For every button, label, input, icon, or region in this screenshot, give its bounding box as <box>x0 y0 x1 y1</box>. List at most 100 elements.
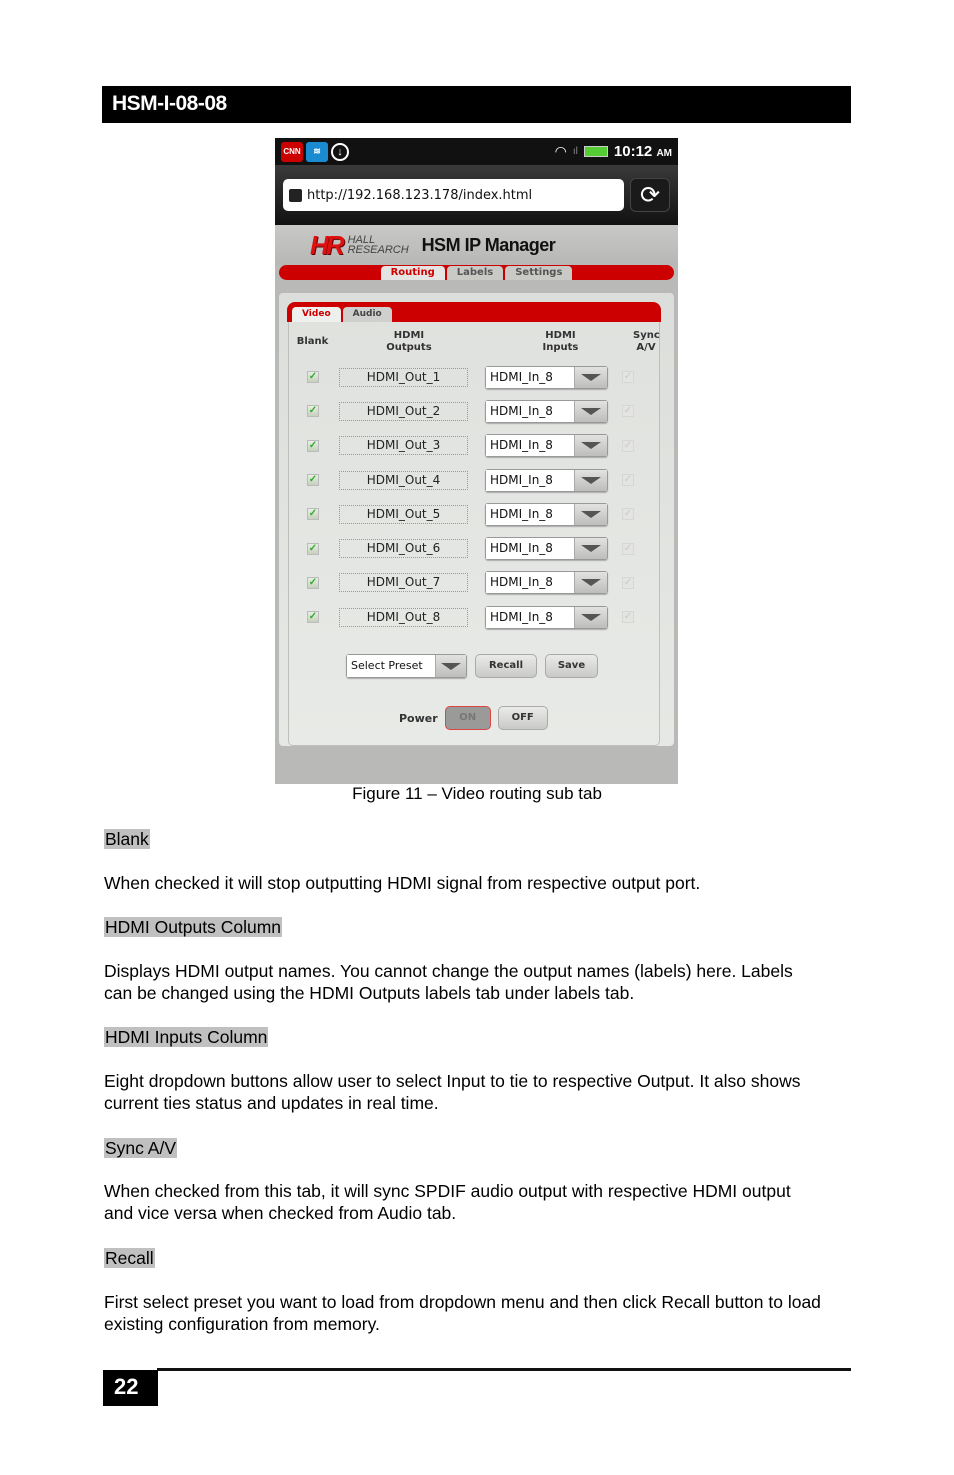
input-select-value: HDMI_In_8 <box>486 606 574 628</box>
input-dropdown-arrow[interactable] <box>574 435 607 457</box>
cnn-icon: CNN <box>281 141 303 162</box>
input-dropdown-arrow[interactable] <box>574 400 607 422</box>
blank-checkbox[interactable]: ✓ <box>307 542 319 555</box>
recall-button[interactable]: Recall <box>475 654 537 679</box>
input-select-value: HDMI_In_8 <box>486 435 574 457</box>
sync-av-checkbox[interactable]: ✓ <box>622 474 634 487</box>
output-name: HDMI_Out_2 <box>339 401 468 421</box>
col-inputs-l1: HDMI <box>545 330 576 341</box>
input-dropdown-arrow[interactable] <box>574 572 607 594</box>
save-button[interactable]: Save <box>545 654 598 679</box>
section-body: When checked from this tab, it will sync… <box>104 1181 791 1223</box>
input-dropdown-arrow[interactable] <box>574 538 607 560</box>
input-select-value: HDMI_In_8 <box>486 366 574 388</box>
sync-av-checkbox[interactable]: ✓ <box>622 542 634 555</box>
brand-line2: RESEARCH <box>347 244 409 256</box>
status-bar: CNN ≋ ↓ ◠ ıl 10:12 AM <box>275 138 678 165</box>
input-select[interactable]: HDMI_In_8 <box>485 537 608 561</box>
col-inputs: HDMI Inputs <box>492 330 629 354</box>
input-dropdown-arrow[interactable] <box>574 469 607 491</box>
app-brand: HR HALL RESEARCH HSM IP Manager <box>275 225 678 265</box>
sub-tabs: Video Audio <box>287 302 661 322</box>
table-row: ✓ HDMI_Out_4 HDMI_In_8 ✓ <box>289 463 659 497</box>
table-row: ✓ HDMI_Out_3 HDMI_In_8 ✓ <box>289 429 659 463</box>
blank-checkbox[interactable]: ✓ <box>307 611 319 624</box>
output-name: HDMI_Out_1 <box>339 367 468 387</box>
hall-research-logo: HR <box>310 229 345 260</box>
table-row: ✓ HDMI_Out_6 HDMI_In_8 ✓ <box>289 531 659 565</box>
section-heading: Blank <box>104 828 150 850</box>
refresh-button[interactable]: ⟳ <box>630 178 670 212</box>
tab-routing[interactable]: Routing <box>380 266 445 280</box>
blank-checkbox[interactable]: ✓ <box>307 576 319 589</box>
download-icon: ↓ <box>331 142 349 161</box>
table-row: ✓ HDMI_Out_1 HDMI_In_8 ✓ <box>289 360 659 394</box>
input-dropdown-arrow[interactable] <box>574 503 607 525</box>
sync-av-checkbox[interactable]: ✓ <box>622 576 634 589</box>
input-select-value: HDMI_In_8 <box>486 538 574 560</box>
input-select[interactable]: HDMI_In_8 <box>485 468 608 492</box>
heading-sync-av: Sync A/V <box>104 1138 178 1158</box>
heading-hdmi-outputs: HDMI Outputs Column <box>104 917 283 937</box>
sync-av-checkbox[interactable]: ✓ <box>622 611 634 624</box>
app-title: HSM IP Manager <box>421 234 556 255</box>
heading-hdmi-inputs: HDMI Inputs Column <box>104 1027 269 1047</box>
col-outputs-l2: Outputs <box>386 342 432 353</box>
sync-av-checkbox[interactable]: ✓ <box>622 405 634 418</box>
sync-av-checkbox[interactable]: ✓ <box>622 508 634 521</box>
input-select[interactable]: HDMI_In_8 <box>485 434 608 458</box>
document-header: HSM-I-08-08 <box>102 86 851 123</box>
col-outputs: HDMI Outputs <box>338 330 480 354</box>
battery-icon <box>583 146 608 157</box>
input-select[interactable]: HDMI_In_8 <box>485 571 608 595</box>
power-on-button[interactable]: ON <box>444 706 491 731</box>
blank-checkbox[interactable]: ✓ <box>307 371 319 384</box>
url-field[interactable]: http://192.168.123.178/index.html <box>283 179 624 211</box>
input-select[interactable]: HDMI_In_8 <box>485 365 608 389</box>
tab-video[interactable]: Video <box>292 307 341 322</box>
output-name: HDMI_Out_8 <box>339 607 468 627</box>
input-select[interactable]: HDMI_In_8 <box>485 502 608 526</box>
table-row: ✓ HDMI_Out_8 HDMI_In_8 ✓ <box>289 600 659 634</box>
tab-audio[interactable]: Audio <box>342 307 392 322</box>
preset-select[interactable]: Select Preset <box>346 654 467 679</box>
output-name: HDMI_Out_5 <box>339 504 468 524</box>
output-name: HDMI_Out_4 <box>339 470 468 490</box>
tab-labels[interactable]: Labels <box>446 266 504 280</box>
sync-av-checkbox[interactable]: ✓ <box>622 371 634 384</box>
section-body: First select preset you want to load fro… <box>104 1292 821 1334</box>
heading-blank: Blank <box>104 829 150 849</box>
app-content: HR HALL RESEARCH HSM IP Manager Routing L… <box>275 225 678 784</box>
blank-checkbox[interactable]: ✓ <box>307 439 319 452</box>
blank-checkbox[interactable]: ✓ <box>307 508 319 521</box>
input-select[interactable]: HDMI_In_8 <box>485 605 608 629</box>
input-dropdown-arrow[interactable] <box>574 366 607 388</box>
phone-screenshot: CNN ≋ ↓ ◠ ıl 10:12 AM http://192.168.123… <box>275 138 678 784</box>
blank-checkbox[interactable]: ✓ <box>307 474 319 487</box>
url-text: http://192.168.123.178/index.html <box>307 187 533 203</box>
input-select[interactable]: HDMI_In_8 <box>485 399 608 423</box>
figure-caption: Figure 11 – Video routing sub tab <box>352 784 602 803</box>
chevron-down-icon <box>581 613 601 621</box>
main-tabs: Routing Labels Settings <box>279 265 674 280</box>
input-select-value: HDMI_In_8 <box>486 503 574 525</box>
tab-settings[interactable]: Settings <box>505 266 573 280</box>
section-heading: Sync A/V <box>104 1137 178 1159</box>
sync-av-checkbox[interactable]: ✓ <box>622 439 634 452</box>
input-select-value: HDMI_In_8 <box>486 469 574 491</box>
power-off-button[interactable]: OFF <box>497 706 548 731</box>
wifi-icon: ◠ <box>554 143 567 159</box>
section-body: When checked it will stop outputting HDM… <box>104 873 701 893</box>
refresh-icon: ⟳ <box>639 181 661 209</box>
bookmark-icon[interactable] <box>289 188 302 202</box>
chevron-down-icon <box>581 545 601 553</box>
chevron-down-icon <box>581 476 601 484</box>
col-sync-l2: A/V <box>636 342 656 353</box>
page-number: 22 <box>103 1370 158 1406</box>
chevron-down-icon <box>441 662 461 670</box>
preset-dropdown-arrow[interactable] <box>435 655 466 678</box>
input-dropdown-arrow[interactable] <box>574 606 607 628</box>
blank-checkbox[interactable]: ✓ <box>307 405 319 418</box>
input-select-value: HDMI_In_8 <box>486 400 574 422</box>
wireless-app-icon: ≋ <box>306 141 328 162</box>
